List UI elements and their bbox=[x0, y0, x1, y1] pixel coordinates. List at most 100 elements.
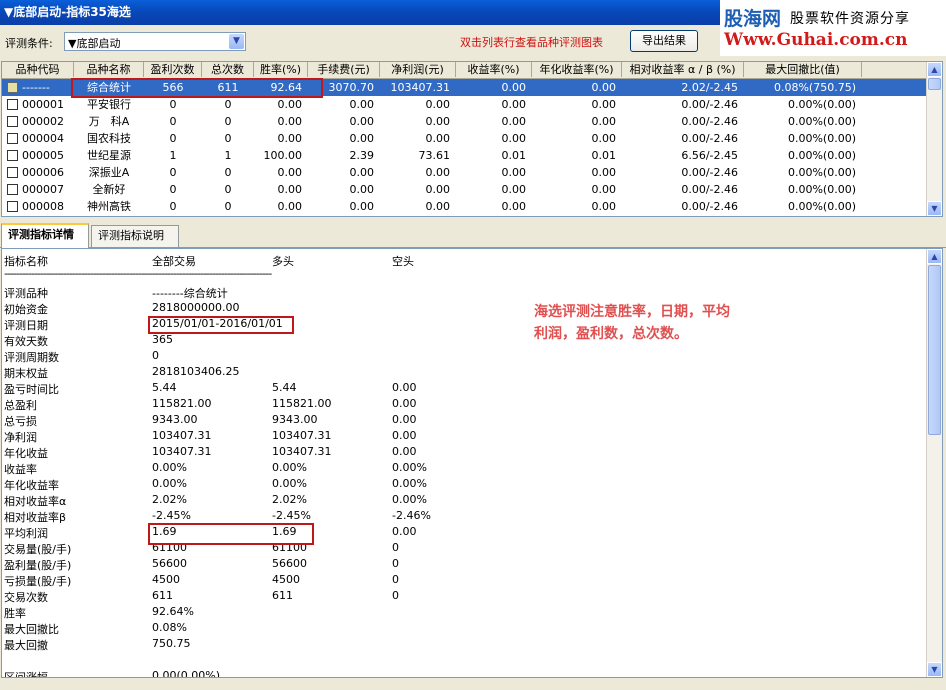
table-cell: 0.00 bbox=[349, 98, 375, 111]
table-row[interactable]: 000004 国农科技 0 0 0.00 0.00 0.00 0.00 0.00 0.00/-2.… bbox=[2, 130, 926, 147]
table-cell: 0.00 bbox=[425, 200, 451, 213]
table-cell: 深振业A bbox=[88, 166, 130, 179]
table-cell: 神州高铁 bbox=[87, 200, 131, 213]
detail-cell: 0.00 bbox=[392, 397, 417, 410]
detail-cell: 2.02% bbox=[152, 493, 187, 506]
detail-tabs: 评测指标详情 评测指标说明 bbox=[0, 223, 946, 248]
detail-row: 初始资金 2818000000.00 bbox=[2, 301, 902, 317]
detail-cell: 评测周期数 bbox=[4, 351, 59, 364]
detail-scrollbar[interactable]: ▲ ▼ bbox=[926, 249, 942, 677]
detail-cell: 平均利润 bbox=[4, 527, 48, 540]
scroll-up-icon[interactable]: ▲ bbox=[927, 249, 942, 264]
detail-row: 盈利量(股/手) 56600 56600 0 bbox=[2, 557, 902, 573]
column-header[interactable]: 手续费(元) bbox=[308, 62, 380, 77]
table-cell: 0 bbox=[169, 166, 177, 179]
detail-cell: 0.00% bbox=[152, 477, 187, 490]
tab-indicator-explain[interactable]: 评测指标说明 bbox=[91, 225, 179, 247]
table-cell: 000006 bbox=[22, 166, 64, 179]
table-row[interactable]: 000008 神州高铁 0 0 0.00 0.00 0.00 0.00 0.00 0.00/-2.… bbox=[2, 198, 926, 215]
column-header[interactable]: 年化收益率(%) bbox=[532, 62, 622, 77]
detail-cell: 0.00 bbox=[392, 429, 417, 442]
condition-select-value: ▼底部启动 bbox=[68, 37, 121, 50]
table-scrollbar[interactable]: ▲ ▼ bbox=[926, 62, 942, 216]
detail-cell: 最大回撤 bbox=[4, 639, 48, 652]
table-row[interactable]: 000007 全新好 0 0 0.00 0.00 0.00 0.00 0.00 0.00/-2.4… bbox=[2, 181, 926, 198]
table-cell: 0 bbox=[169, 183, 177, 196]
detail-cell: 相对收益率β bbox=[4, 511, 67, 524]
detail-cell: 交易量(股/手) bbox=[4, 543, 72, 556]
document-icon bbox=[7, 116, 18, 127]
table-cell: 0 bbox=[224, 115, 232, 128]
detail-cell: 750.75 bbox=[152, 637, 191, 650]
detail-cell: 0 bbox=[392, 557, 399, 570]
column-header[interactable]: 品种代码 bbox=[2, 62, 74, 77]
table-cell: 0 bbox=[224, 132, 232, 145]
column-header[interactable]: 净利润(元) bbox=[380, 62, 456, 77]
detail-cell: --------综合统计 bbox=[152, 287, 228, 300]
highlight-box-date bbox=[148, 316, 294, 334]
export-button[interactable]: 导出结果 bbox=[630, 30, 698, 52]
detail-cell: 365 bbox=[152, 333, 173, 346]
table-cell: 0.00%(0.00) bbox=[787, 98, 856, 111]
detail-row: 总盈利 115821.00 115821.00 0.00 bbox=[2, 397, 902, 413]
detail-cell: 0.00% bbox=[392, 461, 427, 474]
detail-cell: 0 bbox=[152, 349, 159, 362]
detail-cell: 56600 bbox=[272, 557, 307, 570]
detail-cell: 0.00% bbox=[152, 461, 187, 474]
condition-select[interactable]: ▼底部启动 ▼ bbox=[64, 32, 246, 51]
detail-cell: 收益率 bbox=[4, 463, 37, 476]
table-cell: 0.00/-2.46 bbox=[681, 115, 738, 128]
column-header[interactable]: 最大回撤比(值) bbox=[744, 62, 862, 77]
document-icon bbox=[7, 133, 18, 144]
table-row[interactable]: 000005 世纪星源 1 1 100.00 2.39 73.61 0.01 0.01 6.56/… bbox=[2, 147, 926, 164]
table-cell: 0.00/-2.46 bbox=[681, 98, 738, 111]
table-cell: 0.00 bbox=[591, 81, 617, 94]
table-cell: 000005 bbox=[22, 149, 64, 162]
detail-row: 年化收益 103407.31 103407.31 0.00 bbox=[2, 445, 902, 461]
scroll-thumb[interactable] bbox=[928, 78, 941, 90]
table-cell: 0.00/-2.46 bbox=[681, 183, 738, 196]
tab-indicator-detail[interactable]: 评测指标详情 bbox=[1, 223, 89, 248]
table-cell: 0.00 bbox=[501, 132, 527, 145]
table-cell: 0 bbox=[169, 98, 177, 111]
table-cell: 0 bbox=[169, 115, 177, 128]
detail-row: 区间涨幅 0.00(0.00%) bbox=[2, 669, 902, 677]
document-icon bbox=[7, 82, 18, 93]
scroll-up-icon[interactable]: ▲ bbox=[927, 62, 942, 77]
table-row[interactable]: 000001 平安银行 0 0 0.00 0.00 0.00 0.00 0.00 0.00/-2.… bbox=[2, 96, 926, 113]
column-header[interactable]: 盈利次数 bbox=[144, 62, 202, 77]
table-cell: 73.61 bbox=[418, 149, 451, 162]
table-cell: 0.00 bbox=[501, 200, 527, 213]
table-cell: 000001 bbox=[22, 98, 64, 111]
table-cell: 0.00 bbox=[501, 98, 527, 111]
detail-cell: 0.00 bbox=[392, 413, 417, 426]
detail-row: 最大回撤比 0.08% bbox=[2, 621, 902, 637]
detail-cell: 9343.00 bbox=[272, 413, 318, 426]
detail-cell: 盈利量(股/手) bbox=[4, 559, 72, 572]
table-row[interactable]: 000002 万 科A 0 0 0.00 0.00 0.00 0.00 0.00 0.00/-2.… bbox=[2, 113, 926, 130]
table-cell: 0.00 bbox=[277, 115, 303, 128]
highlight-box-avg-profit bbox=[148, 523, 314, 545]
scroll-down-icon[interactable]: ▼ bbox=[927, 662, 942, 677]
column-header[interactable]: 相对收益率 α / β (%) bbox=[622, 62, 744, 77]
detail-cell: 胜率 bbox=[4, 607, 26, 620]
detail-row: 相对收益率β -2.45% -2.45% -2.46% bbox=[2, 509, 902, 525]
table-cell: 0.00%(0.00) bbox=[787, 166, 856, 179]
detail-cell: 4500 bbox=[272, 573, 300, 586]
column-header[interactable]: 胜率(%) bbox=[254, 62, 308, 77]
detail-row: 收益率 0.00% 0.00% 0.00% bbox=[2, 461, 902, 477]
scroll-down-icon[interactable]: ▼ bbox=[927, 201, 942, 216]
detail-row: 胜率 92.64% bbox=[2, 605, 902, 621]
column-header[interactable]: 总次数 bbox=[202, 62, 254, 77]
detail-row: 相对收益率α 2.02% 2.02% 0.00% bbox=[2, 493, 902, 509]
detail-cell: 611 bbox=[152, 589, 173, 602]
table-cell: 世纪星源 bbox=[87, 149, 131, 162]
column-header[interactable]: 品种名称 bbox=[74, 62, 144, 77]
scroll-thumb[interactable] bbox=[928, 265, 941, 435]
chevron-down-icon[interactable]: ▼ bbox=[229, 34, 244, 49]
detail-cell: 4500 bbox=[152, 573, 180, 586]
detail-cell: 年化收益 bbox=[4, 447, 48, 460]
column-header[interactable]: 收益率(%) bbox=[456, 62, 532, 77]
table-cell: 0.00 bbox=[591, 98, 617, 111]
table-row[interactable]: 000006 深振业A 0 0 0.00 0.00 0.00 0.00 0.00 0.00/-2.… bbox=[2, 164, 926, 181]
